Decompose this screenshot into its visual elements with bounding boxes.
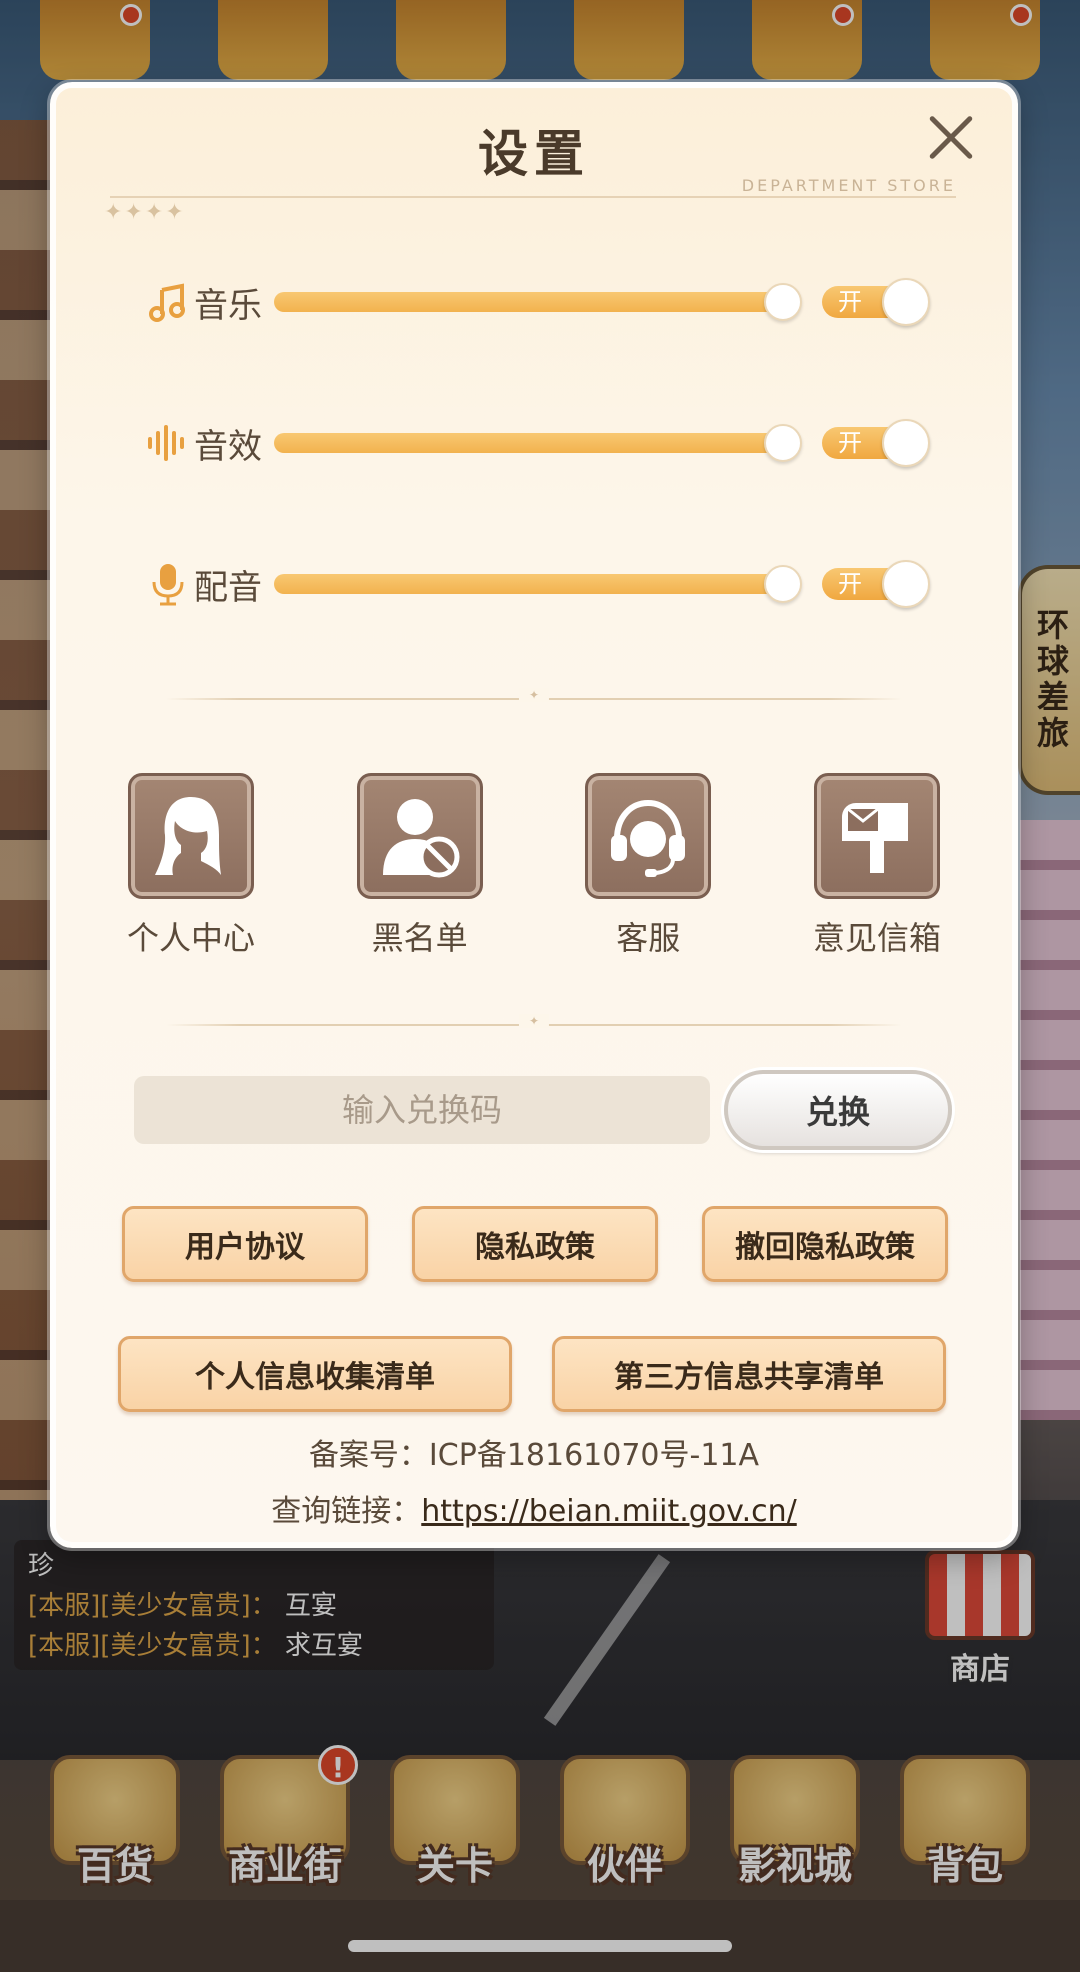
profile-icon [128, 773, 254, 899]
user-agreement-button[interactable]: 用户协议 [122, 1206, 368, 1282]
section-divider [166, 1024, 902, 1026]
voice-label: 配音 [194, 567, 262, 608]
customer-service-button[interactable]: 客服 [563, 773, 733, 959]
slider-knob[interactable] [764, 565, 802, 603]
music-row: 音乐 开 [146, 272, 946, 332]
blacklist-button[interactable]: 黑名单 [335, 773, 505, 959]
sfx-toggle[interactable]: 开 [822, 419, 930, 467]
mailbox-icon [813, 773, 940, 899]
settings-dialog: 设置 DEPARTMENT STORE ✦✦✦✦ 音乐 开 音效 开 配音 开 [50, 82, 1018, 1548]
icp-info: 备案号：ICP备18161070号-11A 查询链接：https://beian… [56, 1428, 1012, 1540]
close-button[interactable] [920, 108, 980, 168]
shortcut-row: 个人中心 黑名单 客服 意见信箱 [106, 773, 962, 959]
title-divider [110, 196, 956, 198]
feedback-mailbox-button[interactable]: 意见信箱 [792, 773, 962, 959]
personal-info-list-button[interactable]: 个人信息收集清单 [118, 1336, 512, 1412]
sfx-volume-slider[interactable] [274, 424, 802, 462]
icp-query-label: 查询链接： [271, 1494, 422, 1529]
redeem-code-input[interactable] [134, 1076, 710, 1144]
sound-wave-icon [146, 421, 190, 465]
slider-knob[interactable] [764, 424, 802, 462]
blacklist-icon [356, 773, 483, 899]
sfx-label: 音效 [194, 426, 262, 467]
microphone-icon [146, 562, 190, 606]
icp-query-line: 查询链接：https://beian.miit.gov.cn/ [56, 1484, 1012, 1540]
voice-toggle[interactable]: 开 [822, 560, 930, 608]
section-divider [166, 698, 902, 700]
music-note-icon [146, 280, 190, 324]
icp-number: 备案号：ICP备18161070号-11A [308, 1438, 760, 1473]
personal-center-button[interactable]: 个人中心 [106, 773, 276, 959]
redeem-button[interactable]: 兑换 [724, 1070, 952, 1150]
icp-query-link[interactable]: https://beian.miit.gov.cn/ [421, 1494, 796, 1529]
dialog-subtitle: DEPARTMENT STORE [741, 176, 956, 195]
third-party-sharing-button[interactable]: 第三方信息共享清单 [552, 1336, 946, 1412]
voice-volume-slider[interactable] [274, 565, 802, 603]
sfx-row: 音效 开 [146, 413, 946, 473]
sparkle-icon: ✦✦✦✦ [104, 200, 186, 225]
headset-icon [585, 773, 712, 899]
music-toggle[interactable]: 开 [822, 278, 930, 326]
withdraw-privacy-button[interactable]: 撤回隐私政策 [702, 1206, 948, 1282]
privacy-policy-button[interactable]: 隐私政策 [412, 1206, 658, 1282]
music-label: 音乐 [194, 285, 262, 326]
music-volume-slider[interactable] [274, 283, 802, 321]
voice-row: 配音 开 [146, 554, 946, 614]
slider-knob[interactable] [764, 283, 802, 321]
